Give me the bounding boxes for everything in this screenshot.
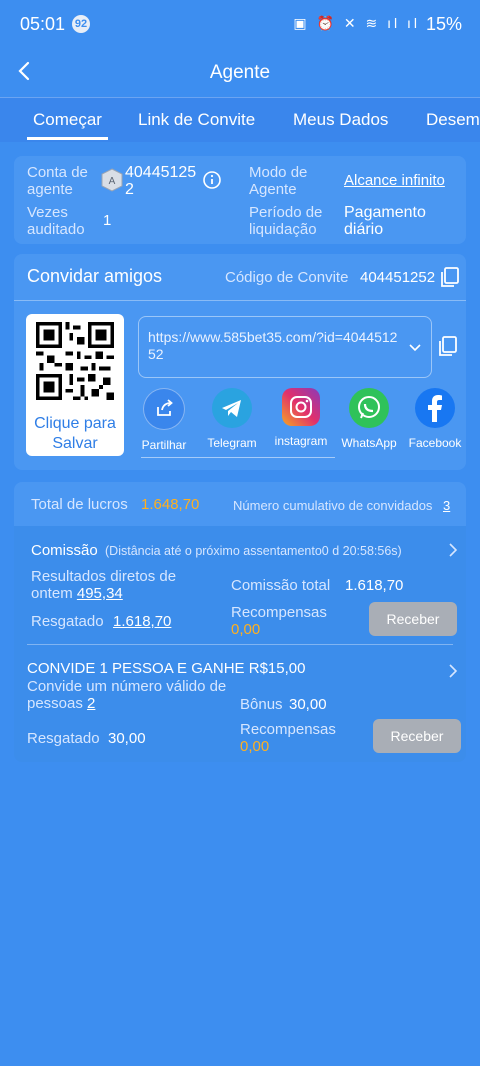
direct-results-label: Resultados diretos de ontem 495,34 xyxy=(31,568,177,602)
tab-meus-dados[interactable]: Meus Dados xyxy=(293,110,388,130)
tab-comecar[interactable]: Começar xyxy=(27,110,108,140)
mode-value-link[interactable]: Alcance infinito xyxy=(344,172,445,189)
reward-label: Recompensas xyxy=(231,604,327,621)
copy-code-icon[interactable] xyxy=(439,266,461,293)
audited-value: 1 xyxy=(103,212,112,229)
earnings-card: Total de lucros 1.648,70 Número cumulati… xyxy=(14,482,466,762)
bonus-label: Bônus xyxy=(240,696,283,713)
agent-info-card: Conta de agente A 40445125 2 Modo de Age… xyxy=(14,156,466,244)
reward-value: 0,00 xyxy=(231,621,261,638)
section-divider xyxy=(27,644,453,645)
share-label: WhatsApp xyxy=(341,436,397,450)
chevron-down-icon[interactable] xyxy=(407,339,423,360)
tab-bar: Começar Link de Convite Meus Dados Desem xyxy=(0,97,480,142)
redeemed-label: Resgatado xyxy=(31,613,104,630)
chevron-right-icon[interactable] xyxy=(447,663,459,684)
page-title: Agente xyxy=(209,62,271,83)
account-value: 40445125 2 xyxy=(125,164,197,198)
app-header: Agente xyxy=(0,50,480,96)
share-label: Partilhar xyxy=(141,438,187,452)
status-time: 05:01 xyxy=(20,14,66,34)
qr-code-save-button[interactable]: Clique para Salvar xyxy=(26,314,124,456)
invited-value-link[interactable]: 3 xyxy=(443,497,450,514)
direct-results-value[interactable]: 495,34 xyxy=(77,585,123,602)
bonus-value: 30,00 xyxy=(289,696,327,713)
profit-label: Total de lucros xyxy=(31,496,128,513)
invite-url-field[interactable]: https://www.585bet35.com/?id=404451252 xyxy=(138,316,432,378)
account-label: Conta de agente xyxy=(27,164,88,198)
tab-link-convite[interactable]: Link de Convite xyxy=(138,110,255,130)
share-label: Telegram xyxy=(207,436,257,450)
redeemed-value[interactable]: 1.618,70 xyxy=(113,613,171,630)
profit-value: 1.648,70 xyxy=(141,496,200,513)
svg-text:A: A xyxy=(109,176,116,187)
agent-level-icon: A xyxy=(101,168,123,197)
invite-divider xyxy=(14,300,466,301)
audited-label: Vezes auditado xyxy=(27,204,85,238)
qr-code-icon xyxy=(36,322,114,400)
instagram-icon xyxy=(282,388,320,426)
invited-label: Número cumulativo de convidados xyxy=(233,498,433,513)
share-icon xyxy=(143,388,185,430)
period-label: Período de liquidação xyxy=(249,204,323,238)
share-scroll-indicator xyxy=(141,457,335,458)
info-icon[interactable] xyxy=(202,170,222,195)
whatsapp-icon xyxy=(349,388,389,428)
share-button-whatsapp[interactable]: WhatsApp xyxy=(334,388,404,450)
share-button-telegram[interactable]: Telegram xyxy=(197,388,267,450)
receive-commission-button[interactable]: Receber xyxy=(369,602,457,636)
battery-level: 15% xyxy=(425,14,462,34)
status-bar: 05:01 92 ▣ ⏰ ✕ ≋ ıl ıl 15% xyxy=(0,0,480,50)
facebook-icon xyxy=(415,388,455,428)
telegram-icon xyxy=(212,388,252,428)
total-commission-value: 1.618,70 xyxy=(345,577,404,594)
share-button-facebook[interactable]: Facebook xyxy=(403,388,467,450)
invite-code-value: 404451252 xyxy=(360,269,436,286)
promo-redeemed-label: Resgatado xyxy=(27,730,100,747)
commission-countdown: (Distância até o próximo assentamento0 d… xyxy=(105,544,402,558)
qr-save-label: Clique para Salvar xyxy=(34,415,116,452)
promo-description: Convide um número válido de pessoas 2 xyxy=(27,678,227,712)
copy-url-icon[interactable] xyxy=(437,335,459,362)
total-commission-label: Comissão total xyxy=(231,577,331,594)
commission-title: Comissão xyxy=(31,542,98,559)
promo-title: CONVIDE 1 PESSOA E GANHE R$15,00 xyxy=(27,660,306,677)
invite-code-label: Código de Convite xyxy=(225,269,349,286)
tab-desempenho[interactable]: Desem xyxy=(426,110,480,130)
mode-label: Modo de Agente xyxy=(249,164,308,198)
period-value: Pagamento diário xyxy=(344,204,426,238)
status-icons: ▣ ⏰ ✕ ≋ ıl ıl xyxy=(293,15,420,31)
promo-reward-label: Recompensas xyxy=(240,721,336,738)
invite-url-text: https://www.585bet35.com/?id=404451252 xyxy=(148,329,398,362)
promo-redeemed-value: 30,00 xyxy=(108,730,146,747)
promo-count-value[interactable]: 2 xyxy=(87,695,95,712)
stats-row: Total de lucros 1.648,70 Número cumulati… xyxy=(14,482,466,526)
notification-badge: 92 xyxy=(72,15,90,33)
share-label: instagram xyxy=(274,434,328,448)
share-button-instagram[interactable]: instagram xyxy=(266,388,336,448)
invite-card: Convidar amigos Código de Convite 404451… xyxy=(14,254,466,470)
promo-reward-value: 0,00 xyxy=(240,738,270,755)
receive-promo-button[interactable]: Receber xyxy=(373,719,461,753)
invite-title: Convidar amigos xyxy=(27,266,163,286)
share-button-partilhar[interactable]: Partilhar xyxy=(129,388,199,452)
share-label: Facebook xyxy=(408,436,462,450)
chevron-right-icon[interactable] xyxy=(447,542,459,563)
